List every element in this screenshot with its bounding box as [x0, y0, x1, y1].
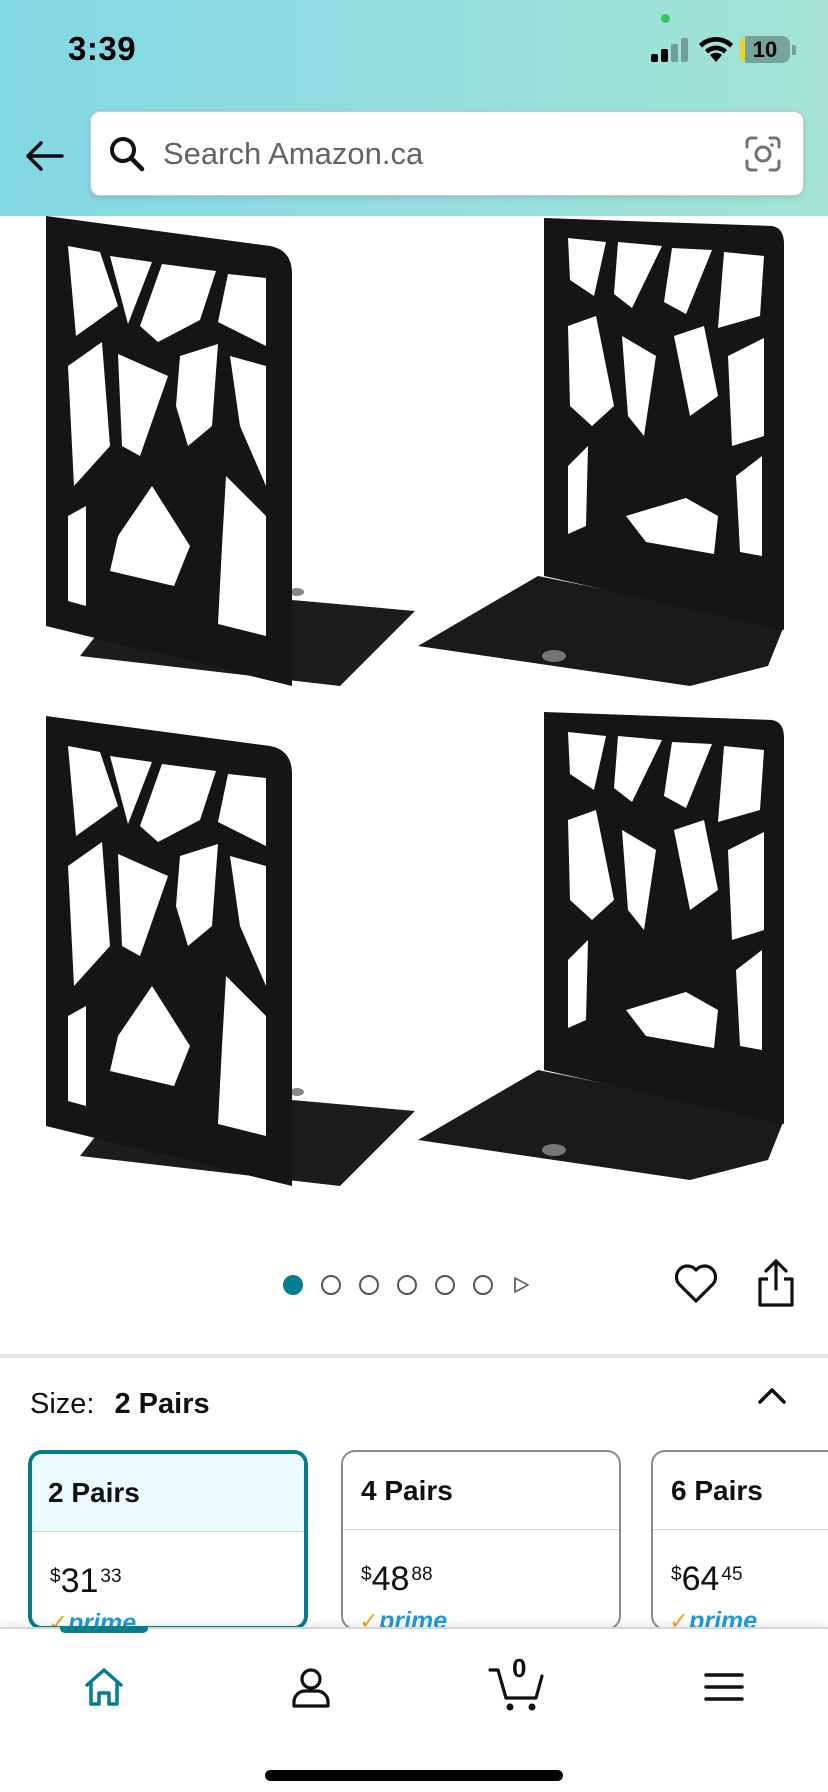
pagination-dot[interactable] [321, 1275, 341, 1295]
camera-indicator-icon [661, 14, 670, 23]
nav-menu[interactable] [694, 1657, 754, 1717]
home-indicator [265, 1770, 563, 1781]
price-fraction: 88 [411, 1564, 433, 1585]
back-button[interactable] [22, 134, 66, 178]
price-whole: 48 [371, 1560, 410, 1598]
size-option-card[interactable]: 6 Pairs $64 45 ✓ prime [651, 1450, 828, 1630]
price-whole: 64 [681, 1560, 720, 1598]
wifi-icon [699, 36, 733, 62]
size-option-price: $64 45 [671, 1560, 743, 1598]
image-pagination[interactable] [283, 1273, 531, 1297]
size-options: 2 Pairs $31 33 ✓ prime 4 Pairs $48 88 ✓ prime 6 Pa… [0, 1450, 828, 1630]
nav-home[interactable] [74, 1657, 134, 1717]
pagination-dot[interactable] [283, 1275, 303, 1295]
size-option-price: $48 88 [361, 1560, 433, 1598]
pagination-dot[interactable] [397, 1275, 417, 1295]
search-box[interactable] [90, 111, 804, 196]
price-whole: 31 [60, 1562, 99, 1600]
status-bar: 3:39 10 [0, 0, 828, 100]
battery-tip [792, 45, 796, 55]
search-icon [110, 137, 145, 172]
size-selector-header: Size: 2 Pairs [30, 1384, 210, 1424]
product-image-bookend-left [46, 216, 415, 686]
cellular-signal-icon [651, 38, 689, 62]
size-label: Size: [30, 1387, 95, 1420]
product-image-bookend-right [418, 218, 784, 686]
share-icon[interactable] [752, 1257, 800, 1309]
home-icon [85, 1668, 123, 1706]
battery-icon: 10 [740, 36, 790, 63]
pagination-dot[interactable] [473, 1275, 493, 1295]
price-currency: $ [361, 1564, 372, 1585]
cart-count: 0 [512, 1653, 527, 1683]
price-currency: $ [50, 1566, 61, 1587]
header: 3:39 10 [0, 0, 828, 216]
size-option-price: $31 33 [50, 1562, 122, 1600]
size-selected-value: 2 Pairs [114, 1387, 210, 1420]
product-image-gallery[interactable] [0, 216, 828, 1221]
price-currency: $ [671, 1564, 682, 1585]
section-divider [0, 1354, 828, 1358]
pagination-dot[interactable] [435, 1275, 455, 1295]
nav-account[interactable] [281, 1657, 341, 1717]
product-image-bookend-right-2 [418, 712, 784, 1180]
pagination-dot[interactable] [359, 1275, 379, 1295]
nav-active-indicator [60, 1626, 148, 1633]
price-fraction: 45 [721, 1564, 743, 1585]
nav-cart[interactable]: 0 [488, 1653, 548, 1717]
account-icon [292, 1668, 330, 1708]
size-option-name: 6 Pairs [653, 1452, 828, 1530]
chevron-up-icon[interactable] [752, 1376, 792, 1416]
price-fraction: 33 [100, 1566, 122, 1587]
search-input[interactable] [163, 112, 723, 195]
size-option-name: 2 Pairs [32, 1454, 304, 1532]
size-option-card[interactable]: 4 Pairs $48 88 ✓ prime [341, 1450, 621, 1630]
size-option-name: 4 Pairs [343, 1452, 619, 1530]
size-option-card[interactable]: 2 Pairs $31 33 ✓ prime [28, 1450, 308, 1630]
heart-icon[interactable] [672, 1260, 720, 1308]
status-time: 3:39 [68, 30, 137, 67]
menu-icon [704, 1673, 744, 1701]
back-arrow-icon [26, 141, 64, 171]
battery-level: 10 [752, 37, 778, 62]
play-next-icon[interactable] [511, 1275, 531, 1295]
product-image-bookend-left-2 [46, 716, 415, 1186]
camera-lens-icon[interactable] [743, 134, 783, 174]
bottom-navigation: 0 [0, 1626, 828, 1792]
